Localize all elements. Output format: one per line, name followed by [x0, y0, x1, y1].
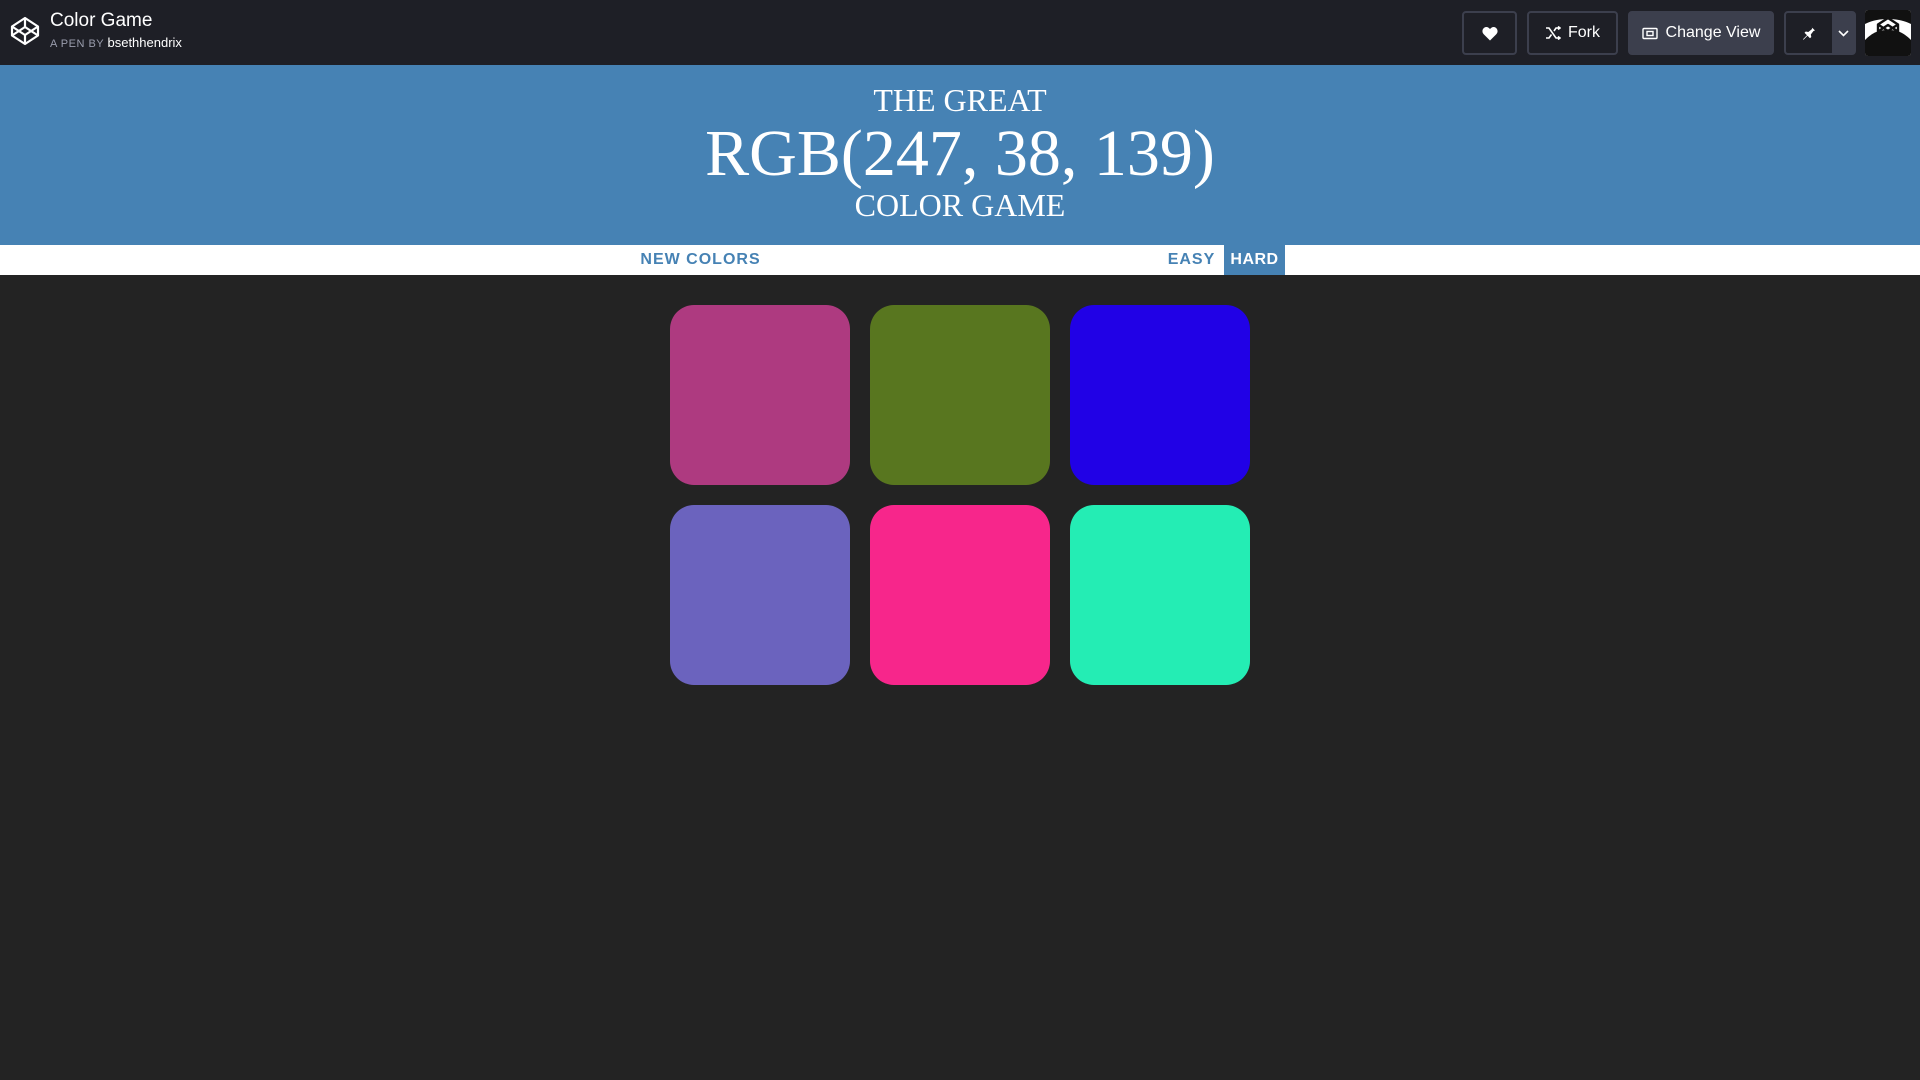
- color-square[interactable]: [870, 305, 1050, 485]
- pin-dropdown-button[interactable]: [1832, 13, 1854, 53]
- color-square[interactable]: [670, 305, 850, 485]
- new-colors-button[interactable]: NEW COLORS: [632, 245, 769, 275]
- codepen-header: Color Game A PEN BY bsethhendrix Fork Ch…: [0, 0, 1920, 65]
- game-header: THE GREAT RGB(247, 38, 139) COLOR GAME: [0, 65, 1920, 245]
- header-line-top: THE GREAT: [873, 82, 1047, 118]
- color-square[interactable]: [1070, 305, 1250, 485]
- byline-prefix: A PEN BY: [50, 38, 105, 50]
- header-line-bottom: COLOR GAME: [854, 187, 1066, 223]
- pin-icon: [1803, 26, 1815, 40]
- color-square[interactable]: [1070, 505, 1250, 685]
- user-avatar[interactable]: [1865, 10, 1911, 56]
- squares-container: [660, 295, 1260, 705]
- change-view-icon: [1641, 27, 1658, 39]
- heart-button[interactable]: [1462, 11, 1517, 55]
- color-square[interactable]: [870, 505, 1050, 685]
- target-color-display: RGB(247, 38, 139): [705, 117, 1215, 190]
- fork-button[interactable]: Fork: [1527, 11, 1618, 55]
- pin-button-group: [1784, 11, 1856, 55]
- fork-icon: [1546, 26, 1561, 40]
- heart-icon: [1481, 26, 1498, 40]
- color-square[interactable]: [670, 505, 850, 685]
- easy-mode-button[interactable]: EASY: [1159, 245, 1224, 275]
- controls-stripe: NEW COLORS EASY HARD: [0, 245, 1920, 275]
- pen-byline: A PEN BY bsethhendrix: [50, 35, 182, 52]
- pen-title-block: Color Game A PEN BY bsethhendrix: [50, 9, 182, 52]
- change-view-label: Change View: [1665, 24, 1761, 41]
- fork-label: Fork: [1568, 24, 1600, 41]
- change-view-button[interactable]: Change View: [1628, 11, 1774, 55]
- codepen-logo-icon[interactable]: [8, 14, 42, 48]
- pin-button[interactable]: [1786, 13, 1832, 53]
- pen-title[interactable]: Color Game: [50, 9, 182, 33]
- chevron-down-icon: [1837, 29, 1849, 37]
- author-link[interactable]: bsethhendrix: [107, 35, 181, 50]
- hard-mode-button[interactable]: HARD: [1224, 245, 1285, 275]
